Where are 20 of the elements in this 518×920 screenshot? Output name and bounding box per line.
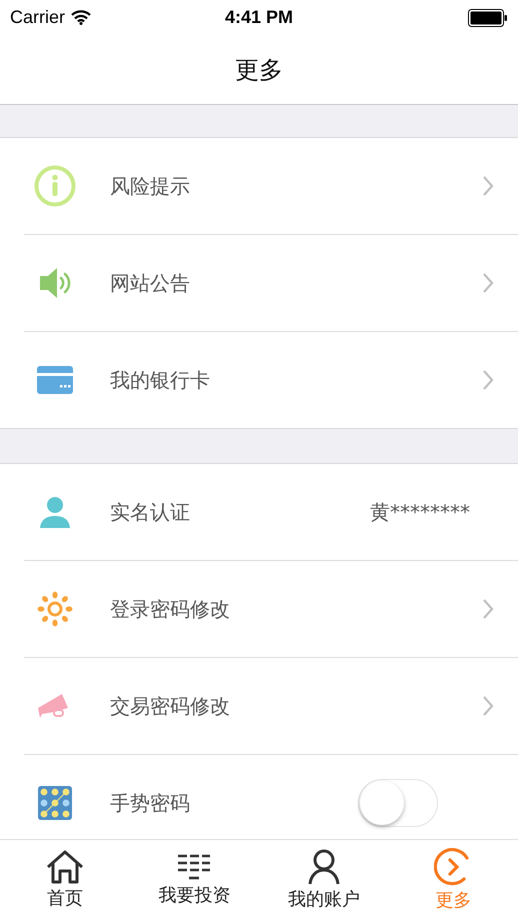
settings-row[interactable]: 实名认证 黄******** — [24, 464, 518, 560]
row-label: 我的银行卡 — [110, 366, 211, 394]
tab-item[interactable]: 首页 — [0, 840, 130, 920]
status-time: 4:41 PM — [224, 7, 294, 28]
row-label: 手势密码 — [110, 790, 191, 816]
settings-row[interactable]: 风险提示 — [24, 138, 518, 234]
settings-row[interactable]: 网站公告 — [24, 234, 518, 331]
row-label: 登录密码修改 — [110, 596, 231, 622]
settings-row[interactable]: 登录密码修改 — [24, 560, 518, 657]
row-label: 网站公告 — [110, 270, 191, 296]
row-label: 风险提示 — [110, 172, 191, 200]
carrier-label: Carrier — [10, 7, 66, 28]
tab-item[interactable]: 我要投资 — [130, 840, 259, 920]
settings-row[interactable]: 我的银行卡 — [24, 331, 518, 428]
settings-row[interactable]: 交易密码修改 — [24, 657, 518, 754]
tab-item[interactable]: 我的账户 — [259, 840, 388, 920]
row-label: 交易密码修改 — [110, 692, 231, 720]
row-value: 黄******** — [370, 498, 470, 526]
row-label: 实名认证 — [110, 498, 191, 526]
page-title: 更多 — [235, 54, 283, 86]
